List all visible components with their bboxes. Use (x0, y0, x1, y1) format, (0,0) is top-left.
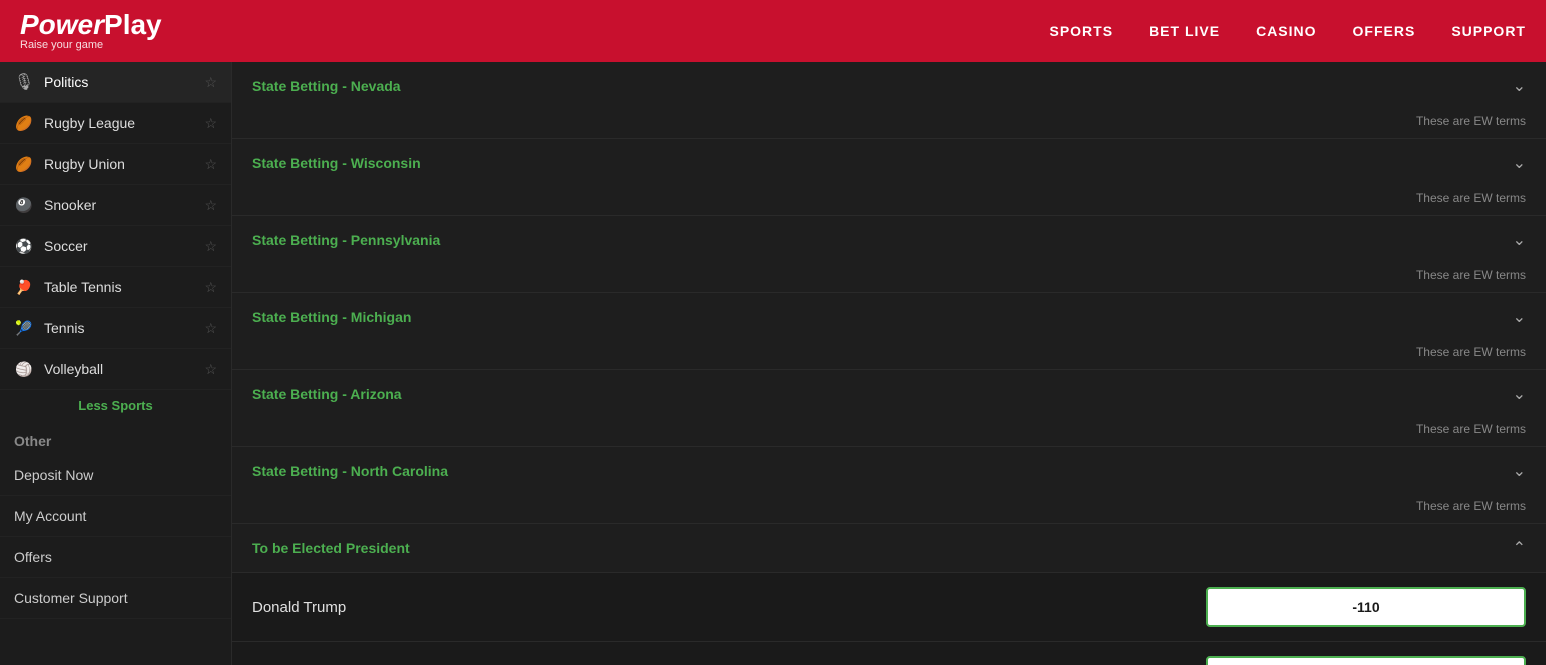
sidebar-item-volleyball[interactable]: 🏐 Volleyball ☆ (0, 349, 231, 390)
accordion-arizona-header[interactable]: State Betting - Arizona ⌄ (232, 370, 1546, 418)
sidebar-label-rugby-union: Rugby Union (44, 156, 125, 172)
sidebar-label-snooker: Snooker (44, 197, 96, 213)
star-table-tennis-icon[interactable]: ☆ (204, 279, 217, 296)
sidebar-item-rugby-league[interactable]: 🏉 Rugby League ☆ (0, 103, 231, 144)
accordion-pennsylvania: State Betting - Pennsylvania ⌄ These are… (232, 216, 1546, 293)
sidebar-item-deposit-now[interactable]: Deposit Now (0, 455, 231, 496)
accordion-arizona: State Betting - Arizona ⌄ These are EW t… (232, 370, 1546, 447)
chevron-down-icon: ⌄ (1513, 461, 1526, 481)
bet-row-harris: Kamala Harris -110 (232, 641, 1546, 665)
bet-row-trump: Donald Trump -110 (232, 572, 1546, 641)
star-rugby-league-icon[interactable]: ☆ (204, 115, 217, 132)
sidebar-item-politics[interactable]: 🎙 Politics ☆ (0, 62, 231, 103)
accordion-nevada-ew: These are EW terms (232, 110, 1546, 138)
accordion-north-carolina-header[interactable]: State Betting - North Carolina ⌄ (232, 447, 1546, 495)
sidebar-label-volleyball: Volleyball (44, 361, 103, 377)
accordion-arizona-ew: These are EW terms (232, 418, 1546, 446)
accordion-president-header[interactable]: To be Elected President ⌃ (232, 524, 1546, 572)
accordion-nevada: State Betting - Nevada ⌄ These are EW te… (232, 62, 1546, 139)
main-nav: SPORTS BET LIVE CASINO OFFERS SUPPORT (1049, 23, 1526, 39)
accordion-north-carolina-ew: These are EW terms (232, 495, 1546, 523)
accordion-president: To be Elected President ⌃ Donald Trump -… (232, 524, 1546, 665)
accordion-michigan: State Betting - Michigan ⌄ These are EW … (232, 293, 1546, 370)
chevron-down-icon: ⌄ (1513, 76, 1526, 96)
table-tennis-icon: 🏓 (14, 277, 34, 297)
nav-support[interactable]: SUPPORT (1451, 23, 1526, 39)
nav-bet-live[interactable]: BET LIVE (1149, 23, 1220, 39)
sidebar-item-customer-support[interactable]: Customer Support (0, 578, 231, 619)
accordion-nevada-header[interactable]: State Betting - Nevada ⌄ (232, 62, 1546, 110)
bet-odds-trump-button[interactable]: -110 (1206, 587, 1526, 627)
accordion-north-carolina: State Betting - North Carolina ⌄ These a… (232, 447, 1546, 524)
mic-icon: 🎙 (14, 72, 34, 92)
accordion-pennsylvania-ew: These are EW terms (232, 264, 1546, 292)
sidebar-item-snooker[interactable]: 🎱 Snooker ☆ (0, 185, 231, 226)
accordion-michigan-header[interactable]: State Betting - Michigan ⌄ (232, 293, 1546, 341)
sidebar-item-offers[interactable]: Offers (0, 537, 231, 578)
sidebar-item-my-account[interactable]: My Account (0, 496, 231, 537)
accordion-north-carolina-title: State Betting - North Carolina (252, 463, 448, 479)
sidebar-label-soccer: Soccer (44, 238, 88, 254)
star-soccer-icon[interactable]: ☆ (204, 238, 217, 255)
star-politics-icon[interactable]: ☆ (204, 74, 217, 91)
sidebar-item-tennis[interactable]: 🎾 Tennis ☆ (0, 308, 231, 349)
chevron-down-icon: ⌄ (1513, 384, 1526, 404)
bet-name-trump: Donald Trump (252, 599, 346, 616)
sidebar-item-table-tennis[interactable]: 🏓 Table Tennis ☆ (0, 267, 231, 308)
nav-offers[interactable]: OFFERS (1353, 23, 1416, 39)
accordion-wisconsin-title: State Betting - Wisconsin (252, 155, 421, 171)
logo-area: PowerPlay Raise your game (20, 11, 162, 51)
logo-subtitle: Raise your game (20, 39, 162, 51)
accordion-wisconsin: State Betting - Wisconsin ⌄ These are EW… (232, 139, 1546, 216)
nav-casino[interactable]: CASINO (1256, 23, 1316, 39)
accordion-president-title: To be Elected President (252, 540, 410, 556)
sidebar-label-tennis: Tennis (44, 320, 84, 336)
star-tennis-icon[interactable]: ☆ (204, 320, 217, 337)
rugby-union-icon: 🏉 (14, 154, 34, 174)
header: PowerPlay Raise your game SPORTS BET LIV… (0, 0, 1546, 62)
bet-odds-harris-button[interactable]: -110 (1206, 656, 1526, 665)
soccer-icon: ⚽ (14, 236, 34, 256)
sidebar-item-rugby-union[interactable]: 🏉 Rugby Union ☆ (0, 144, 231, 185)
accordion-nevada-title: State Betting - Nevada (252, 78, 401, 94)
chevron-down-icon: ⌄ (1513, 153, 1526, 173)
chevron-up-icon: ⌃ (1513, 538, 1526, 558)
less-sports-button[interactable]: Less Sports (0, 390, 231, 421)
accordion-michigan-title: State Betting - Michigan (252, 309, 411, 325)
tennis-icon: 🎾 (14, 318, 34, 338)
chevron-down-icon: ⌄ (1513, 307, 1526, 327)
volleyball-icon: 🏐 (14, 359, 34, 379)
accordion-pennsylvania-header[interactable]: State Betting - Pennsylvania ⌄ (232, 216, 1546, 264)
chevron-down-icon: ⌄ (1513, 230, 1526, 250)
star-volleyball-icon[interactable]: ☆ (204, 361, 217, 378)
accordion-pennsylvania-title: State Betting - Pennsylvania (252, 232, 440, 248)
content-area: State Betting - Nevada ⌄ These are EW te… (232, 62, 1546, 665)
main-container: 🎙 Politics ☆ 🏉 Rugby League ☆ 🏉 Rugby Un… (0, 62, 1546, 665)
sidebar-label-rugby-league: Rugby League (44, 115, 135, 131)
accordion-michigan-ew: These are EW terms (232, 341, 1546, 369)
snooker-icon: 🎱 (14, 195, 34, 215)
other-section-label: Other (0, 421, 231, 455)
accordion-wisconsin-ew: These are EW terms (232, 187, 1546, 215)
star-snooker-icon[interactable]: ☆ (204, 197, 217, 214)
sidebar-label-table-tennis: Table Tennis (44, 279, 122, 295)
sidebar-label-politics: Politics (44, 74, 88, 90)
accordion-arizona-title: State Betting - Arizona (252, 386, 402, 402)
accordion-wisconsin-header[interactable]: State Betting - Wisconsin ⌄ (232, 139, 1546, 187)
logo: PowerPlay (20, 11, 162, 39)
rugby-league-icon: 🏉 (14, 113, 34, 133)
star-rugby-union-icon[interactable]: ☆ (204, 156, 217, 173)
sidebar: 🎙 Politics ☆ 🏉 Rugby League ☆ 🏉 Rugby Un… (0, 62, 232, 665)
nav-sports[interactable]: SPORTS (1049, 23, 1113, 39)
sidebar-item-soccer[interactable]: ⚽ Soccer ☆ (0, 226, 231, 267)
